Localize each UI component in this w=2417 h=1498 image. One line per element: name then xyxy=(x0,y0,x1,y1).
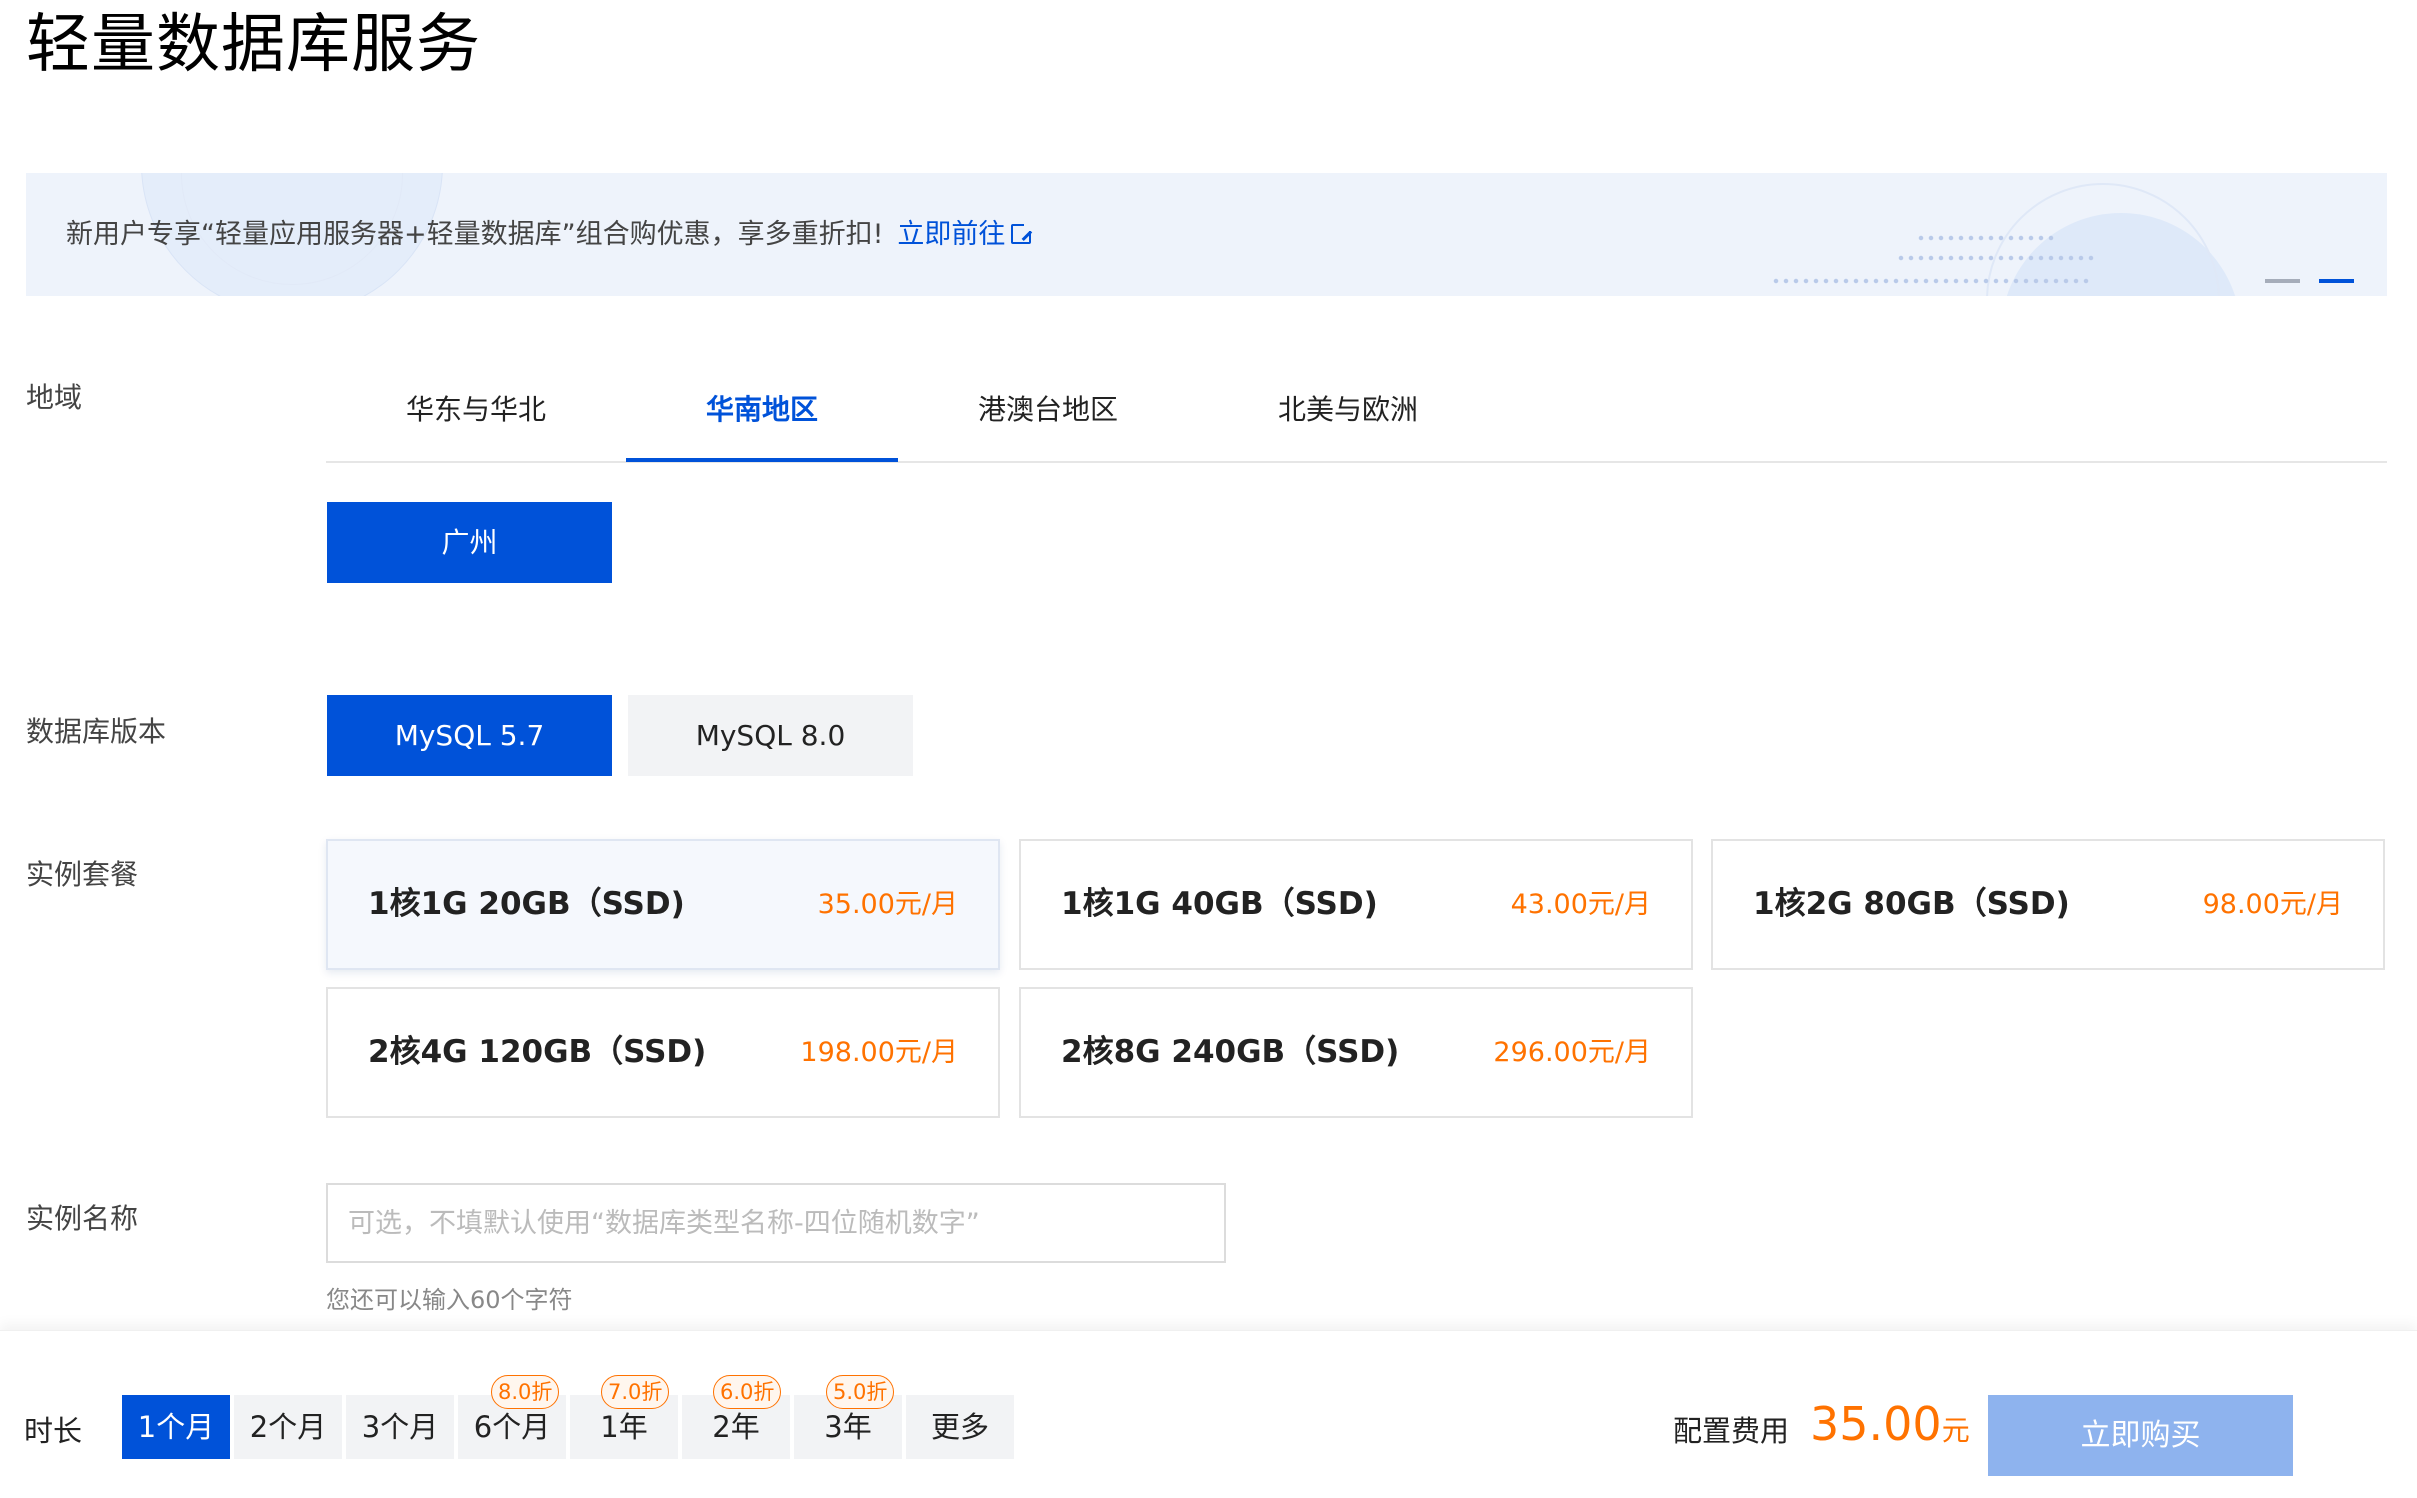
discount-badge: 8.0折 xyxy=(491,1375,560,1409)
duration-option-1-month[interactable]: 1个月 xyxy=(122,1395,230,1459)
duration-label: 时长 xyxy=(24,1414,83,1448)
tab-south-china[interactable]: 华南地区 xyxy=(626,370,898,462)
page-title: 轻量数据库服务 xyxy=(26,8,481,82)
package-card[interactable]: 1核2G 80GB（SSD) 98.00元/月 xyxy=(1711,839,2385,970)
instance-name-label: 实例名称 xyxy=(26,1202,139,1235)
banner-link-label: 立即前往 xyxy=(897,219,1006,250)
banner-text: 新用户专享“轻量应用服务器+轻量数据库”组合购优惠，享多重折扣! 立即前往 xyxy=(66,173,1034,296)
carousel-indicator-active[interactable] xyxy=(2319,279,2354,283)
discount-badge: 6.0折 xyxy=(713,1375,782,1409)
tab-na-europe[interactable]: 北美与欧洲 xyxy=(1198,370,1498,462)
banner-decoration xyxy=(1896,253,2096,263)
banner-decoration xyxy=(1916,233,2056,243)
banner-link[interactable]: 立即前往 xyxy=(897,219,1034,250)
mysql-57-button[interactable]: MySQL 5.7 xyxy=(327,695,612,776)
package-spec: 1核2G 80GB（SSD) xyxy=(1753,886,2070,922)
package-price: 296.00元/月 xyxy=(1493,1037,1651,1068)
package-card[interactable]: 1核1G 20GB（SSD) 35.00元/月 xyxy=(326,839,1000,970)
tab-hk-macau-taiwan[interactable]: 港澳台地区 xyxy=(898,370,1198,462)
banner-decoration xyxy=(1771,276,2091,286)
instance-name-hint: 您还可以输入60个字符 xyxy=(326,1286,573,1314)
package-spec: 1核1G 40GB（SSD) xyxy=(1061,886,1378,922)
discount-badge: 7.0折 xyxy=(601,1375,670,1409)
duration-option-more[interactable]: 更多 xyxy=(906,1395,1014,1459)
package-price: 198.00元/月 xyxy=(800,1037,958,1068)
region-label: 地域 xyxy=(26,381,83,414)
fee-value: 35.00 xyxy=(1810,1397,1942,1451)
db-version-label: 数据库版本 xyxy=(26,715,167,748)
fee-unit: 元 xyxy=(1941,1414,1970,1447)
tab-east-north[interactable]: 华东与华北 xyxy=(326,370,626,462)
package-price: 35.00元/月 xyxy=(817,889,958,920)
buy-now-button[interactable]: 立即购买 xyxy=(1988,1395,2293,1476)
package-card[interactable]: 2核4G 120GB（SSD) 198.00元/月 xyxy=(326,987,1000,1118)
fee-label: 配置费用 xyxy=(1673,1414,1790,1448)
mysql-80-button[interactable]: MySQL 8.0 xyxy=(628,695,913,776)
package-card[interactable]: 1核1G 40GB（SSD) 43.00元/月 xyxy=(1019,839,1693,970)
duration-option-3-months[interactable]: 3个月 xyxy=(346,1395,454,1459)
external-link-icon xyxy=(1011,222,1034,244)
package-price: 98.00元/月 xyxy=(2202,889,2343,920)
discount-badge: 5.0折 xyxy=(826,1375,895,1409)
carousel-indicator[interactable] xyxy=(2265,279,2300,283)
package-spec: 2核8G 240GB（SSD) xyxy=(1061,1034,1400,1070)
package-card[interactable]: 2核8G 240GB（SSD) 296.00元/月 xyxy=(1019,987,1693,1118)
package-label: 实例套餐 xyxy=(26,858,139,891)
fee-amount: 35.00元 xyxy=(1810,1394,1970,1461)
promo-banner: 新用户专享“轻量应用服务器+轻量数据库”组合购优惠，享多重折扣! 立即前往 xyxy=(26,173,2387,296)
package-spec: 1核1G 20GB（SSD) xyxy=(368,886,685,922)
banner-message: 新用户专享“轻量应用服务器+轻量数据库”组合购优惠，享多重折扣! xyxy=(66,219,884,250)
package-price: 43.00元/月 xyxy=(1510,889,1651,920)
duration-option-2-months[interactable]: 2个月 xyxy=(234,1395,342,1459)
city-guangzhou-button[interactable]: 广州 xyxy=(327,502,612,583)
package-spec: 2核4G 120GB（SSD) xyxy=(368,1034,707,1070)
instance-name-input[interactable] xyxy=(326,1183,1226,1263)
